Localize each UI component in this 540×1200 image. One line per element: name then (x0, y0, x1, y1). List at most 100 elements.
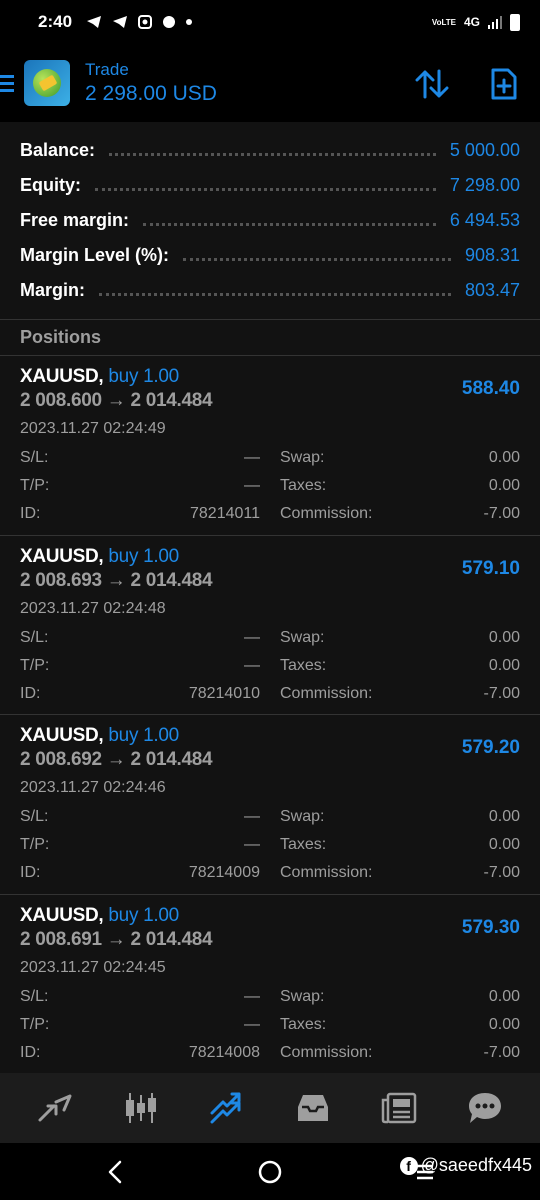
quotes-icon (38, 1094, 72, 1122)
position-type: buy 1.00 (108, 725, 179, 746)
tp-label: T/P: (20, 1015, 50, 1033)
home-button[interactable] (255, 1157, 285, 1187)
sl-label: S/L: (20, 808, 49, 825)
commission-label: Commission: (280, 1043, 373, 1061)
position-item[interactable]: XAUUSD, buy 1.00 2 008.691 → 2 014.484 5… (0, 894, 540, 1074)
taxes-value: 0.00 (488, 1015, 520, 1033)
sl-label: S/L: (20, 987, 49, 1005)
facebook-icon: f (399, 1156, 418, 1175)
detail-row: S/L: — Swap: 0.00 (20, 444, 520, 472)
summary-row: Balance: 5 000.00 (0, 133, 540, 168)
history-icon (298, 1095, 328, 1121)
nav-quotes[interactable] (31, 1084, 79, 1132)
position-time: 2023.11.27 02:24:45 (20, 958, 166, 976)
status-time: 2:40 (38, 12, 73, 31)
id-label: ID: (20, 1043, 41, 1061)
detail-row: T/P: — Taxes: 0.00 (20, 472, 520, 500)
camera-icon (138, 15, 153, 29)
summary-row: Margin: 803.47 (0, 273, 540, 308)
watermark-text: @saeedfx445 (420, 1155, 532, 1175)
taxes-label: Taxes: (280, 477, 327, 494)
dot-icon (186, 19, 193, 25)
tp-value: — (244, 656, 260, 674)
news-icon (381, 1092, 417, 1124)
swap-label: Swap: (280, 987, 325, 1005)
commission-value: -7.00 (483, 1043, 520, 1061)
dot-leader (95, 181, 436, 191)
nav-history[interactable] (289, 1084, 337, 1132)
swap-label: Swap: (280, 449, 325, 466)
position-prices: 2 008.692 → 2 014.484 (20, 749, 213, 770)
sort-button[interactable] (412, 64, 452, 104)
swap-value: 0.00 (488, 987, 520, 1005)
profit-total: 2 298.00 USD (85, 82, 217, 105)
summary-row: Margin Level (%): 908.31 (0, 238, 540, 273)
page-title: Trade (85, 60, 129, 79)
detail-row: ID: 78214008 Commission: -7.00 (20, 1039, 520, 1067)
margin-label: Margin: (20, 280, 85, 300)
summary-row: Free margin: 6 494.53 (0, 203, 540, 238)
summary-row: Equity: 7 298.00 (0, 168, 540, 203)
nav-chat[interactable] (461, 1084, 509, 1132)
metatrader-logo (24, 60, 70, 106)
position-item[interactable]: XAUUSD, buy 1.00 2 008.692 → 2 014.484 5… (0, 715, 540, 895)
position-profit: 579.30 (461, 916, 520, 938)
tp-value: — (244, 836, 260, 853)
home-icon (258, 1160, 282, 1184)
free-margin-label: Free margin: (20, 210, 130, 230)
commission-label: Commission: (280, 864, 373, 881)
nav-news[interactable] (375, 1084, 423, 1132)
position-prices: 2 008.691 → 2 014.484 (20, 928, 213, 950)
new-order-button[interactable] (484, 64, 524, 104)
sort-icon (415, 69, 449, 99)
dot-leader (99, 286, 451, 296)
position-item[interactable]: XAUUSD, buy 1.00 2 008.693 → 2 014.484 5… (0, 535, 540, 715)
id-value: 78214008 (188, 1043, 260, 1061)
position-time: 2023.11.27 02:24:49 (20, 420, 166, 437)
taxes-value: 0.00 (488, 477, 520, 494)
margin-value: 803.47 (464, 280, 520, 300)
sl-value: — (244, 449, 260, 466)
positions-list: XAUUSD, buy 1.00 2 008.600 → 2 014.484 5… (0, 356, 540, 1074)
tp-value: — (244, 477, 260, 494)
swap-label: Swap: (280, 628, 325, 646)
sl-label: S/L: (20, 628, 49, 646)
commission-value: -7.00 (483, 864, 520, 881)
sl-value: — (244, 808, 260, 825)
sl-value: — (244, 628, 260, 646)
position-item[interactable]: XAUUSD, buy 1.00 2 008.600 → 2 014.484 5… (0, 356, 540, 536)
app-notification-icon (163, 16, 176, 28)
commission-value: -7.00 (483, 684, 520, 702)
detail-row: T/P: — Taxes: 0.00 (20, 831, 520, 859)
watermark: f @saeedfx445 (399, 1155, 532, 1176)
tp-label: T/P: (20, 836, 50, 853)
position-profit: 588.40 (461, 378, 520, 399)
status-bar: 2:40 VoLTE 4G (0, 0, 540, 44)
menu-icon[interactable] (0, 74, 14, 92)
back-button[interactable] (100, 1157, 130, 1187)
nav-chart[interactable] (117, 1084, 165, 1132)
account-summary: Balance: 5 000.00 Equity: 7 298.00 Free … (0, 122, 540, 320)
position-symbol: XAUUSD, (20, 366, 104, 387)
commission-value: -7.00 (483, 505, 520, 522)
chat-icon (469, 1093, 501, 1123)
equity-value: 7 298.00 (449, 175, 520, 195)
position-symbol: XAUUSD, (20, 904, 104, 926)
balance-label: Balance: (20, 140, 96, 160)
detail-row: ID: 78214010 Commission: -7.00 (20, 680, 520, 708)
id-value: 78214009 (188, 864, 260, 881)
position-type: buy 1.00 (108, 904, 179, 926)
signal-icon (488, 16, 502, 29)
position-symbol: XAUUSD, (20, 725, 104, 746)
dot-leader (183, 251, 451, 261)
swap-value: 0.00 (488, 628, 520, 646)
position-title: XAUUSD, buy 1.00 (20, 366, 520, 389)
nav-trade[interactable] (203, 1084, 251, 1132)
detail-row: S/L: — Swap: 0.00 (20, 983, 520, 1011)
id-label: ID: (20, 505, 41, 522)
taxes-label: Taxes: (280, 656, 327, 674)
telegram-icon (87, 16, 102, 28)
trade-icon (210, 1092, 241, 1124)
network-label: 4G (463, 15, 480, 29)
commission-label: Commission: (280, 684, 373, 702)
